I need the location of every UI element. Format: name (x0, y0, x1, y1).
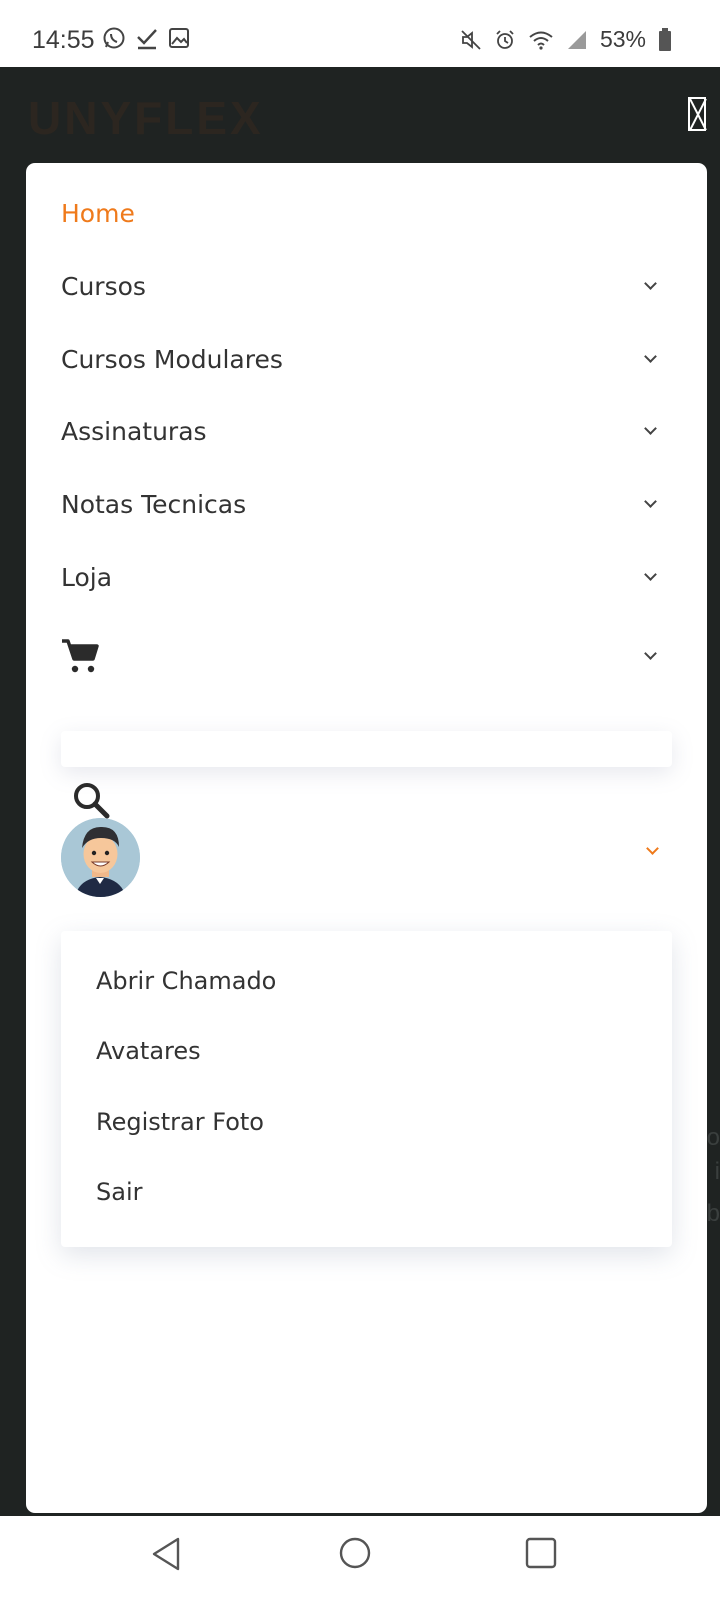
status-time: 14:55 (32, 26, 95, 54)
system-nav-bar (0, 1516, 720, 1600)
menu-item-cursos[interactable]: Cursos (61, 261, 661, 311)
chevron-down-icon[interactable] (644, 276, 657, 290)
user-menu-item-avatares[interactable]: Avatares (96, 1037, 201, 1065)
menu-item-label: Cursos Modulares (61, 344, 283, 374)
recents-square-icon[interactable] (524, 1536, 558, 1575)
image-icon (168, 27, 190, 49)
close-menu-button[interactable] (688, 97, 706, 131)
chevron-down-icon[interactable] (644, 494, 657, 508)
status-bar: 14:55 53% (0, 0, 720, 67)
menu-item-assinaturas[interactable]: Assinaturas (61, 406, 661, 456)
back-icon[interactable] (150, 1536, 182, 1577)
wifi-icon (528, 29, 554, 51)
user-menu-chevron-down-icon[interactable] (646, 842, 659, 855)
chevron-down-icon[interactable] (644, 421, 657, 435)
menu-item-cart[interactable] (61, 631, 661, 681)
menu-item-label: Assinaturas (61, 416, 207, 446)
search-input[interactable] (61, 731, 672, 767)
home-circle-icon[interactable] (338, 1536, 372, 1575)
menu-item-label: Home (61, 198, 135, 228)
user-dropdown-menu: Abrir Chamado Avatares Registrar Foto Sa… (61, 931, 672, 1247)
background-text-fragment: i (714, 1158, 720, 1185)
alarm-icon (494, 29, 516, 51)
battery-percent: 53% (599, 26, 646, 52)
menu-item-loja[interactable]: Loja (61, 552, 661, 602)
whatsapp-icon (102, 26, 126, 50)
page-header: UNYFLEX (0, 67, 720, 162)
signal-icon (566, 29, 588, 51)
user-menu-item-abrir-chamado[interactable]: Abrir Chamado (96, 967, 276, 995)
menu-item-label: Loja (61, 562, 113, 592)
chevron-down-icon[interactable] (644, 567, 657, 581)
user-menu-item-sair[interactable]: Sair (96, 1178, 142, 1206)
background-text-fragment: o (706, 1124, 720, 1151)
mute-icon (460, 29, 482, 51)
user-menu-item-registrar-foto[interactable]: Registrar Foto (96, 1108, 264, 1136)
navigation-drawer: Home Cursos Cursos Modulares Assinaturas… (26, 163, 707, 1513)
chevron-down-icon[interactable] (644, 349, 657, 363)
menu-item-label: Cursos (61, 271, 146, 301)
chevron-down-icon[interactable] (644, 646, 657, 660)
logo: UNYFLEX (28, 92, 264, 144)
menu-item-cursos-modulares[interactable]: Cursos Modulares (61, 334, 661, 384)
menu-item-label: Notas Tecnicas (61, 489, 247, 519)
check-icon (136, 26, 158, 50)
cart-icon (61, 638, 99, 674)
battery-icon (658, 27, 672, 52)
background-text-fragment: b (706, 1200, 720, 1227)
menu-item-home[interactable]: Home (61, 188, 661, 238)
avatar[interactable] (61, 818, 140, 897)
menu-item-notas-tecnicas[interactable]: Notas Tecnicas (61, 479, 661, 529)
